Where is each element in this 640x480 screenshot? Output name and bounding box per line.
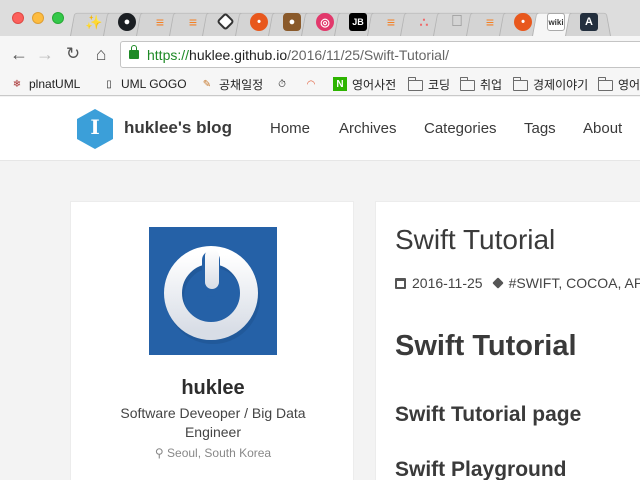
- timer-icon: ⏱: [278, 78, 286, 90]
- reload-button[interactable]: ↻: [62, 43, 84, 65]
- page-icon: ▯: [106, 78, 112, 90]
- forward-button[interactable]: →: [34, 43, 56, 65]
- logo-letter: I: [90, 115, 100, 139]
- nav-tags[interactable]: Tags: [524, 120, 556, 137]
- bookmark-item[interactable]: ✎ 공채일정: [200, 75, 263, 93]
- bookmark-item[interactable]: 코딩: [408, 75, 450, 93]
- orange-circle-icon: •: [250, 13, 268, 31]
- folder-icon: [460, 76, 475, 91]
- post-date: 2016-11-25: [412, 275, 483, 291]
- avatar: [149, 227, 277, 355]
- bookmark-label: 공채일정: [219, 77, 264, 92]
- url-path: /2016/11/25/Swift-Tutorial/: [287, 47, 449, 63]
- url-text[interactable]: https://huklee.github.io/2016/11/25/Swif…: [147, 47, 449, 63]
- post-heading-1: Swift Tutorial: [395, 330, 577, 362]
- post-title[interactable]: Swift Tutorial: [395, 224, 555, 256]
- stackoverflow-icon: ≡: [155, 14, 165, 30]
- blog-title[interactable]: huklee's blog: [124, 118, 232, 138]
- bookmark-item[interactable]: 취업: [460, 75, 502, 93]
- bookmark-item[interactable]: N 영어사전: [333, 75, 396, 93]
- tag-icon: [491, 277, 504, 289]
- back-button[interactable]: ←: [8, 43, 30, 65]
- bookmark-item[interactable]: ◠: [304, 75, 318, 93]
- browser-toolbar: ← → ↻ ⌂ https://huklee.github.io/2016/11…: [0, 36, 640, 72]
- pencil-icon: ✎: [202, 78, 212, 90]
- bookmark-label: 영어: [618, 77, 640, 92]
- jetbrains-icon: JB: [349, 13, 367, 31]
- rainbow-icon: ◠: [306, 78, 316, 90]
- post-tags[interactable]: #SWIFT, COCOA, AP: [509, 275, 640, 291]
- home-button[interactable]: ⌂: [90, 43, 112, 65]
- folder-icon: [513, 76, 528, 91]
- close-window-button[interactable]: [12, 12, 24, 24]
- bookmark-item[interactable]: ❄ plnatUML: [10, 75, 81, 93]
- amazon-icon: A: [580, 13, 598, 31]
- bookmarks-bar: ❄ plnatUML ▯ UML GOGO ✎ 공채일정 ⏱ ◠ N 영어사전 코딩 취업 경제이야기 영…: [0, 72, 640, 96]
- url-host: huklee.github.io: [189, 47, 288, 63]
- minimize-window-button[interactable]: [32, 12, 44, 24]
- plantuml-icon: ❄: [12, 78, 22, 90]
- ninja-icon: ●: [283, 13, 301, 31]
- folder-icon: [408, 76, 423, 91]
- blog-logo[interactable]: I: [77, 109, 113, 149]
- bookmark-label: 경제이야기: [533, 77, 589, 92]
- profile-card: huklee Software Deveoper / Big Data Engi…: [70, 201, 354, 480]
- power-logo-icon: [164, 246, 260, 344]
- stackoverflow-icon: ≡: [386, 14, 396, 30]
- nav-archives[interactable]: Archives: [339, 120, 397, 137]
- post-meta: 2016-11-25 #SWIFT, COCOA, AP: [395, 275, 640, 291]
- apple-icon: : [448, 13, 466, 31]
- post-card: Swift Tutorial 2016-11-25 #SWIFT, COCOA, …: [375, 201, 640, 480]
- zoom-window-button[interactable]: [52, 12, 64, 24]
- bookmark-label: plnatUML: [29, 77, 81, 91]
- wikidocs-icon: wiki: [547, 13, 565, 31]
- profile-job: Software Deveoper / Big Data Engineer: [120, 405, 306, 440]
- bookmark-item[interactable]: 경제이야기: [513, 75, 588, 93]
- magic-wand-icon: ✨: [85, 13, 103, 30]
- post-heading-2: Swift Tutorial page: [395, 403, 582, 426]
- bookmark-label: 코딩: [428, 77, 451, 92]
- post-heading-3: Swift Playground: [395, 458, 567, 480]
- nav-home[interactable]: Home: [270, 120, 310, 137]
- url-scheme: https://: [147, 47, 190, 63]
- bookmark-item[interactable]: ⏱: [275, 75, 289, 93]
- naver-icon: N: [333, 77, 347, 91]
- bookmark-label: 취업: [480, 77, 503, 92]
- location-text: Seoul, South Korea: [167, 446, 272, 460]
- map-pin-icon: ⚲: [154, 446, 164, 460]
- bookmark-label: UML GOGO: [121, 77, 187, 91]
- tab-15[interactable]: A: [565, 6, 611, 36]
- nav-categories[interactable]: Categories: [424, 120, 497, 137]
- tab-strip: ✨ ● ≡ ≡ • ● ◎ JB ≡ ∴  ≡ • wiki A: [0, 0, 640, 36]
- github-icon: ●: [118, 13, 136, 31]
- site-header: I huklee's blog Home Archives Categories…: [0, 97, 640, 161]
- asana-icon: ∴: [419, 13, 429, 30]
- stackoverflow-icon: ≡: [485, 14, 495, 30]
- nav-about[interactable]: About: [583, 120, 622, 137]
- bookmark-item[interactable]: ▯ UML GOGO: [102, 75, 187, 93]
- profile-name: huklee: [181, 377, 245, 399]
- dribbble-icon: ◎: [316, 13, 334, 31]
- stackoverflow-icon: ≡: [188, 14, 198, 30]
- folder-icon: [598, 76, 613, 91]
- lock-icon: [129, 45, 139, 59]
- profile-location: ⚲ Seoul, South Korea: [71, 446, 355, 460]
- orange-circle-icon: •: [514, 13, 532, 31]
- bookmark-item[interactable]: 영어: [598, 75, 640, 93]
- calendar-icon: [395, 278, 406, 289]
- address-bar[interactable]: https://huklee.github.io/2016/11/25/Swif…: [120, 41, 640, 68]
- bookmark-label: 영어사전: [352, 77, 397, 92]
